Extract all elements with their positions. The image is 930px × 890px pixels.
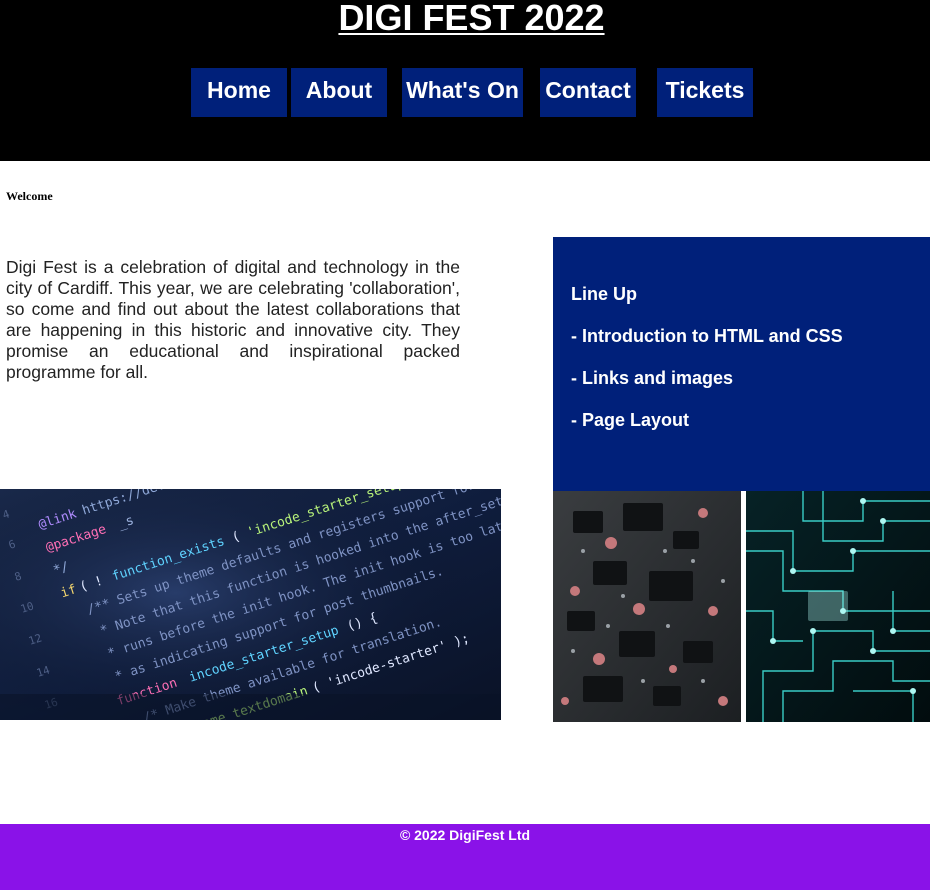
nav-whats-on-button[interactable]: What's On	[402, 68, 523, 117]
nav-home-button[interactable]: Home	[191, 68, 287, 117]
welcome-heading: Welcome	[6, 189, 53, 203]
lineup-item: - Page Layout	[571, 410, 690, 430]
nav-contact-button[interactable]: Contact	[540, 68, 636, 117]
circuit-board-image	[553, 491, 930, 722]
site-footer: © 2022 DigiFest Ltd	[0, 824, 930, 890]
lineup-box: Line Up - Introduction to HTML and CSS -…	[553, 237, 930, 491]
lineup-heading: Line Up	[571, 284, 637, 304]
lineup-item: - Links and images	[571, 368, 734, 388]
page: DIGI FEST 2022 Home About What's On Cont…	[0, 0, 930, 890]
copyright-text: © 2022 DigiFest Ltd	[399, 827, 531, 843]
nav-tickets-button[interactable]: Tickets	[657, 68, 753, 117]
code-editor-image: @linkhttps://developer.wordpress.org/ @p…	[0, 489, 501, 720]
intro-paragraph: Digi Fest is a celebration of digital an…	[6, 257, 460, 382]
nav-about-button[interactable]: About	[291, 68, 387, 117]
site-header: DIGI FEST 2022 Home About What's On Cont…	[0, 0, 930, 161]
site-title: DIGI FEST 2022	[338, 0, 605, 38]
lineup-item: - Introduction to HTML and CSS	[571, 326, 843, 346]
